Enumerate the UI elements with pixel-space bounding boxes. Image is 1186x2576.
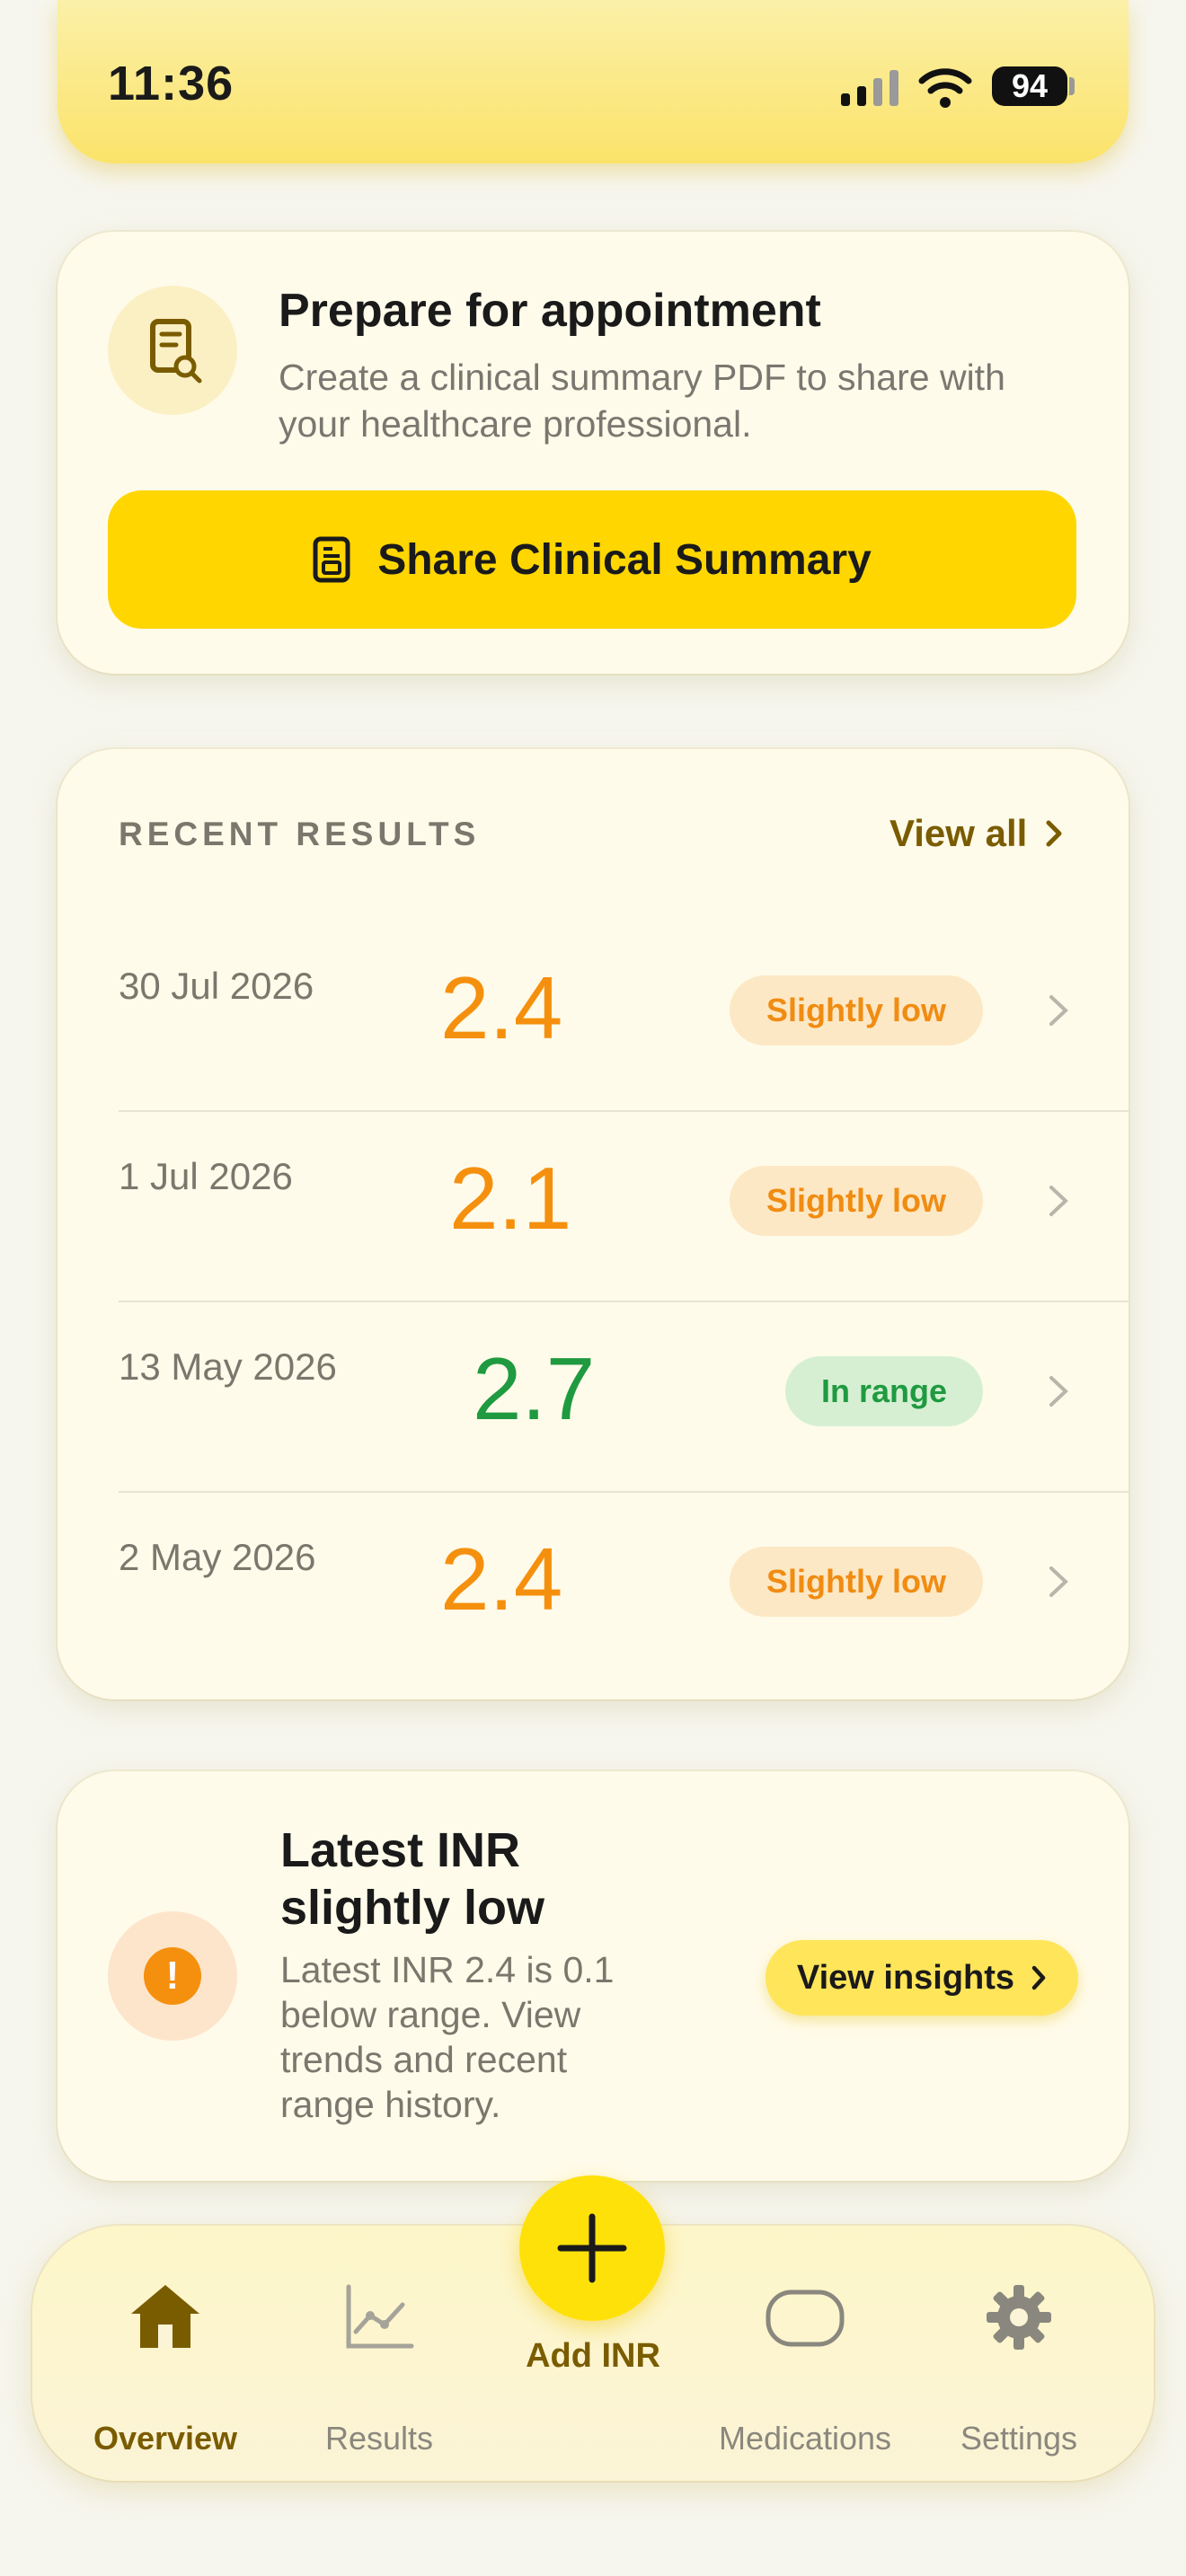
appointment-title: Prepare for appointment — [279, 285, 821, 337]
result-row[interactable]: 1 Jul 2026 2.1 Slightly low — [58, 1112, 1128, 1302]
plus-icon — [557, 2213, 627, 2283]
insight-description: Latest INR 2.4 is 0.1 below range. View … — [280, 1949, 615, 2125]
result-value: 2.4 — [440, 1530, 563, 1628]
view-insights-label: View insights — [796, 1958, 1015, 1997]
add-inr-button[interactable] — [519, 2175, 665, 2321]
result-value: 2.1 — [449, 1149, 572, 1248]
exclamation-icon: ! — [144, 1947, 201, 2005]
clinical-document-icon — [313, 536, 350, 583]
status-badge: Slightly low — [730, 1547, 983, 1617]
battery-indicator: 94 — [992, 66, 1067, 106]
status-badge: Slightly low — [730, 975, 983, 1045]
chart-icon — [346, 2284, 414, 2349]
result-value: 2.7 — [473, 1339, 596, 1438]
result-row[interactable]: 2 May 2026 2.4 Slightly low — [58, 1493, 1128, 1683]
battery-nub — [1069, 77, 1075, 95]
view-all-label: View all — [890, 812, 1028, 854]
tab-medications-label: Medications — [718, 2420, 892, 2457]
tab-results[interactable]: Results — [289, 2281, 469, 2461]
tab-overview[interactable]: Overview — [75, 2281, 255, 2461]
tab-results-label: Results — [324, 2420, 434, 2457]
result-date: 13 May 2026 — [119, 1345, 337, 1388]
chevron-right-icon — [1046, 820, 1062, 847]
cellular-signal-icon — [841, 70, 898, 106]
home-icon — [131, 2285, 199, 2348]
result-value: 2.4 — [440, 958, 563, 1057]
tab-settings[interactable]: Settings — [929, 2281, 1109, 2461]
share-button-label: Share Clinical Summary — [377, 535, 872, 584]
result-row[interactable]: 13 May 2026 2.7 In range — [58, 1302, 1128, 1493]
share-clinical-summary-button[interactable]: Share Clinical Summary — [108, 490, 1076, 629]
chevron-right-icon — [1049, 1376, 1068, 1407]
gear-icon — [987, 2285, 1051, 2350]
document-search-icon — [108, 286, 237, 415]
result-date: 30 Jul 2026 — [119, 965, 314, 1007]
wifi-icon — [918, 68, 972, 108]
tab-settings-label: Settings — [960, 2420, 1078, 2457]
chevron-right-icon — [1031, 1965, 1046, 1990]
recent-results-title: RECENT RESULTS — [119, 816, 481, 852]
view-insights-button[interactable]: View insights — [766, 1940, 1078, 2016]
chevron-right-icon — [1049, 1566, 1068, 1597]
insight-title: Latest INR slightly low — [280, 1823, 545, 1935]
status-badge: In range — [785, 1356, 983, 1426]
chevron-right-icon — [1049, 995, 1068, 1026]
add-inr-label: Add INR — [526, 2337, 660, 2375]
status-badge: Slightly low — [730, 1166, 983, 1236]
status-time: 11:36 — [108, 57, 235, 110]
chevron-right-icon — [1049, 1186, 1068, 1216]
result-date: 1 Jul 2026 — [119, 1155, 293, 1197]
result-row[interactable]: 30 Jul 2026 2.4 Slightly low — [58, 922, 1128, 1112]
view-all-link[interactable]: View all — [890, 812, 1063, 855]
appointment-description: Create a clinical summary PDF to share w… — [279, 357, 1005, 445]
result-date: 2 May 2026 — [119, 1536, 316, 1578]
pill-icon — [766, 2289, 845, 2347]
tab-overview-label: Overview — [93, 2420, 238, 2457]
tab-medications[interactable]: Medications — [706, 2281, 904, 2461]
